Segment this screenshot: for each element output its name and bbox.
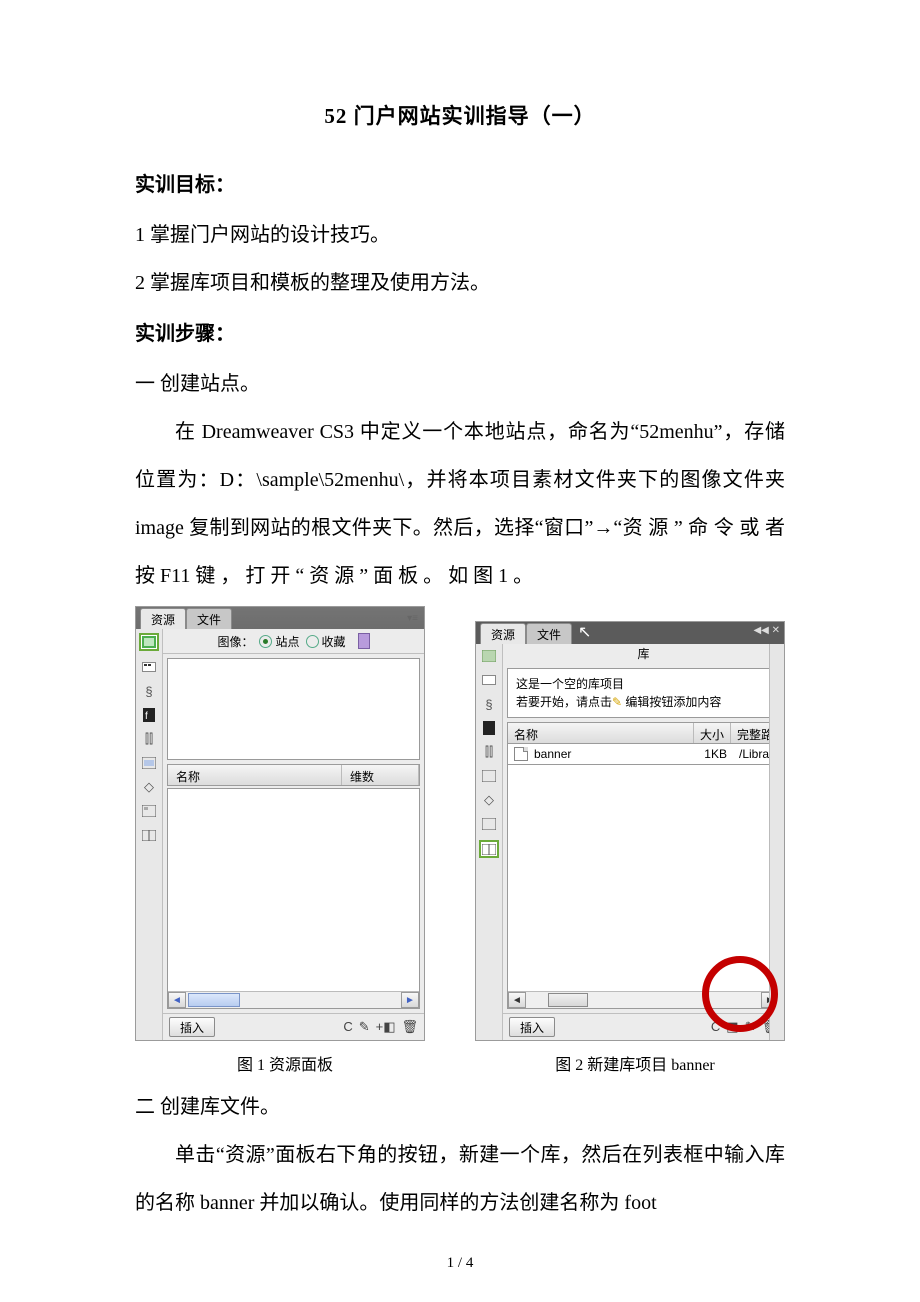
step2-heading: 二 创建库文件。 (135, 1083, 785, 1131)
panel-collapse-icon[interactable]: ◀◀ ✕ (753, 625, 780, 636)
panel2-content: 库 这是一个空的库项目 若要开始，请点击✎ 编辑按钮添加内容 名称 大小 完整路… (503, 644, 784, 1040)
panel1-preview-area (167, 658, 420, 760)
shockwave-category-icon-2[interactable]: ⫿⫿ (480, 744, 498, 760)
assets-panel-fig2: 资源 文件 ↖ ◀◀ ✕ § ⫿⫿ ◇ (475, 621, 785, 1041)
pencil-icon: ✎ (612, 695, 622, 709)
scroll-right-icon[interactable]: ► (401, 992, 419, 1008)
library-category-icon[interactable] (140, 827, 158, 843)
images-category-icon-2[interactable] (480, 648, 498, 664)
col-name[interactable]: 名称 (168, 765, 342, 785)
step1-heading: 一 创建站点。 (135, 360, 785, 408)
insert-button[interactable]: 插入 (169, 1017, 215, 1037)
step2-body: 单击“资源”面板右下角的按钮，新建一个库，然后在列表框中输入库的名称 banne… (135, 1131, 785, 1227)
panel2-vscrollbar[interactable] (769, 644, 784, 1040)
caption-fig2: 图 2 新建库项目 banner (485, 1051, 785, 1075)
panel2-hscrollbar[interactable]: ◄ ► (508, 991, 779, 1008)
flash-category-icon[interactable]: f (140, 707, 158, 723)
panel1-hscrollbar[interactable]: ◄ ► (168, 991, 419, 1008)
tab-files-2[interactable]: 文件 (526, 623, 572, 644)
svg-text:f: f (145, 711, 148, 722)
templates-category-icon[interactable] (140, 803, 158, 819)
empty-library-message: 这是一个空的库项目 若要开始，请点击✎ 编辑按钮添加内容 (507, 668, 780, 718)
delete-icon[interactable]: 🗑 (401, 1019, 418, 1035)
panel2-tabbar: 资源 文件 ↖ ◀◀ ✕ (476, 622, 784, 644)
cursor-icon: ↖ (578, 622, 591, 642)
refresh-icon[interactable]: C (343, 1019, 352, 1035)
goal-item-2: 2 掌握库项目和模板的整理及使用方法。 (135, 259, 785, 307)
panel2-column-header: 名称 大小 完整路 (507, 722, 780, 744)
radio-site[interactable]: 站点 (259, 633, 299, 650)
panel2-sidebar: § ⫿⫿ ◇ (476, 644, 503, 1040)
step1-body: 在 Dreamweaver CS3 中定义一个本地站点，命名为“52menhu”… (135, 408, 785, 600)
refresh-icon-2[interactable]: C (711, 1019, 720, 1035)
edit-icon[interactable]: ✎ (359, 1019, 370, 1035)
figure-row: 资源 文件 ▾≡ § f ⫿⫿ ◇ 图像： (135, 606, 785, 1041)
scroll-left-icon-2[interactable]: ◄ (508, 992, 526, 1008)
library-category-icon-2[interactable] (479, 840, 499, 858)
page-number: 1 / 4 (0, 1255, 920, 1272)
row-size: 1KB (698, 744, 733, 764)
scroll-left-icon[interactable]: ◄ (168, 992, 186, 1008)
msg-line2: 若要开始，请点击✎ 编辑按钮添加内容 (516, 693, 771, 711)
msg-line1: 这是一个空的库项目 (516, 675, 771, 693)
figure-captions: 图 1 资源面板 图 2 新建库项目 banner (135, 1051, 785, 1075)
assets-panel-fig1: 资源 文件 ▾≡ § f ⫿⫿ ◇ 图像： (135, 606, 425, 1041)
radio-favorites[interactable]: 收藏 (306, 633, 346, 650)
panel1-list-area: ◄ ► (167, 788, 420, 1009)
urls-category-icon-2[interactable]: § (480, 696, 498, 712)
document-page: 52 门户网站实训指导（一） 实训目标： 1 掌握门户网站的设计技巧。 2 掌握… (0, 0, 920, 1302)
library-item-icon (514, 747, 528, 761)
col-size[interactable]: 大小 (694, 723, 731, 743)
panel1-sidebar: § f ⫿⫿ ◇ (136, 629, 163, 1040)
panel2-footer: 插入 C ⬒ ✎ 🗑 (503, 1013, 784, 1040)
panel1-filterbar: 图像： 站点 收藏 (163, 629, 424, 654)
filter-label: 图像： (217, 633, 253, 650)
scripts-category-icon-2[interactable]: ◇ (480, 792, 498, 808)
edit-icon-2[interactable]: ✎ (745, 1019, 756, 1035)
col-dimensions[interactable]: 维数 (342, 765, 419, 785)
panel1-content: 图像： 站点 收藏 名称 维数 ◄ (163, 629, 424, 1040)
templates-category-icon-2[interactable] (480, 816, 498, 832)
goal-heading: 实训目标： (135, 168, 785, 197)
goal-item-1: 1 掌握门户网站的设计技巧。 (135, 211, 785, 259)
bookmark-icon[interactable] (358, 633, 370, 649)
scripts-category-icon[interactable]: ◇ (140, 779, 158, 795)
tab-assets[interactable]: 资源 (140, 608, 186, 629)
panel2-list-area: ◄ ► (507, 765, 780, 1009)
movies-category-icon[interactable] (140, 755, 158, 771)
flash-category-icon-2[interactable] (480, 720, 498, 736)
panel-menu-icon[interactable]: ▾≡ (407, 613, 418, 624)
panel1-footer: 插入 C ✎ +◧ 🗑 (163, 1013, 424, 1040)
panel1-column-header: 名称 维数 (167, 764, 420, 786)
doc-title: 52 门户网站实训指导（一） (135, 100, 785, 130)
row-name: banner (534, 747, 571, 761)
tab-assets-2[interactable]: 资源 (480, 623, 526, 644)
col-name-2[interactable]: 名称 (508, 723, 694, 743)
new-library-item-icon[interactable]: ⬒ (726, 1019, 738, 1035)
colors-category-icon-2[interactable] (480, 672, 498, 688)
shockwave-category-icon[interactable]: ⫿⫿ (140, 731, 158, 747)
library-item-row[interactable]: banner 1KB /Librar (507, 744, 780, 765)
colors-category-icon[interactable] (140, 659, 158, 675)
caption-fig1: 图 1 资源面板 (135, 1051, 435, 1075)
insert-button-2[interactable]: 插入 (509, 1017, 555, 1037)
steps-heading: 实训步骤： (135, 317, 785, 346)
panel1-tabbar: 资源 文件 ▾≡ (136, 607, 424, 629)
add-favorite-icon[interactable]: +◧ (376, 1019, 396, 1035)
images-category-icon[interactable] (139, 633, 159, 651)
scroll-thumb-2[interactable] (548, 993, 588, 1007)
tab-files[interactable]: 文件 (186, 608, 232, 629)
urls-category-icon[interactable]: § (140, 683, 158, 699)
movies-category-icon-2[interactable] (480, 768, 498, 784)
library-title: 库 (503, 644, 784, 664)
scroll-thumb[interactable] (188, 993, 240, 1007)
